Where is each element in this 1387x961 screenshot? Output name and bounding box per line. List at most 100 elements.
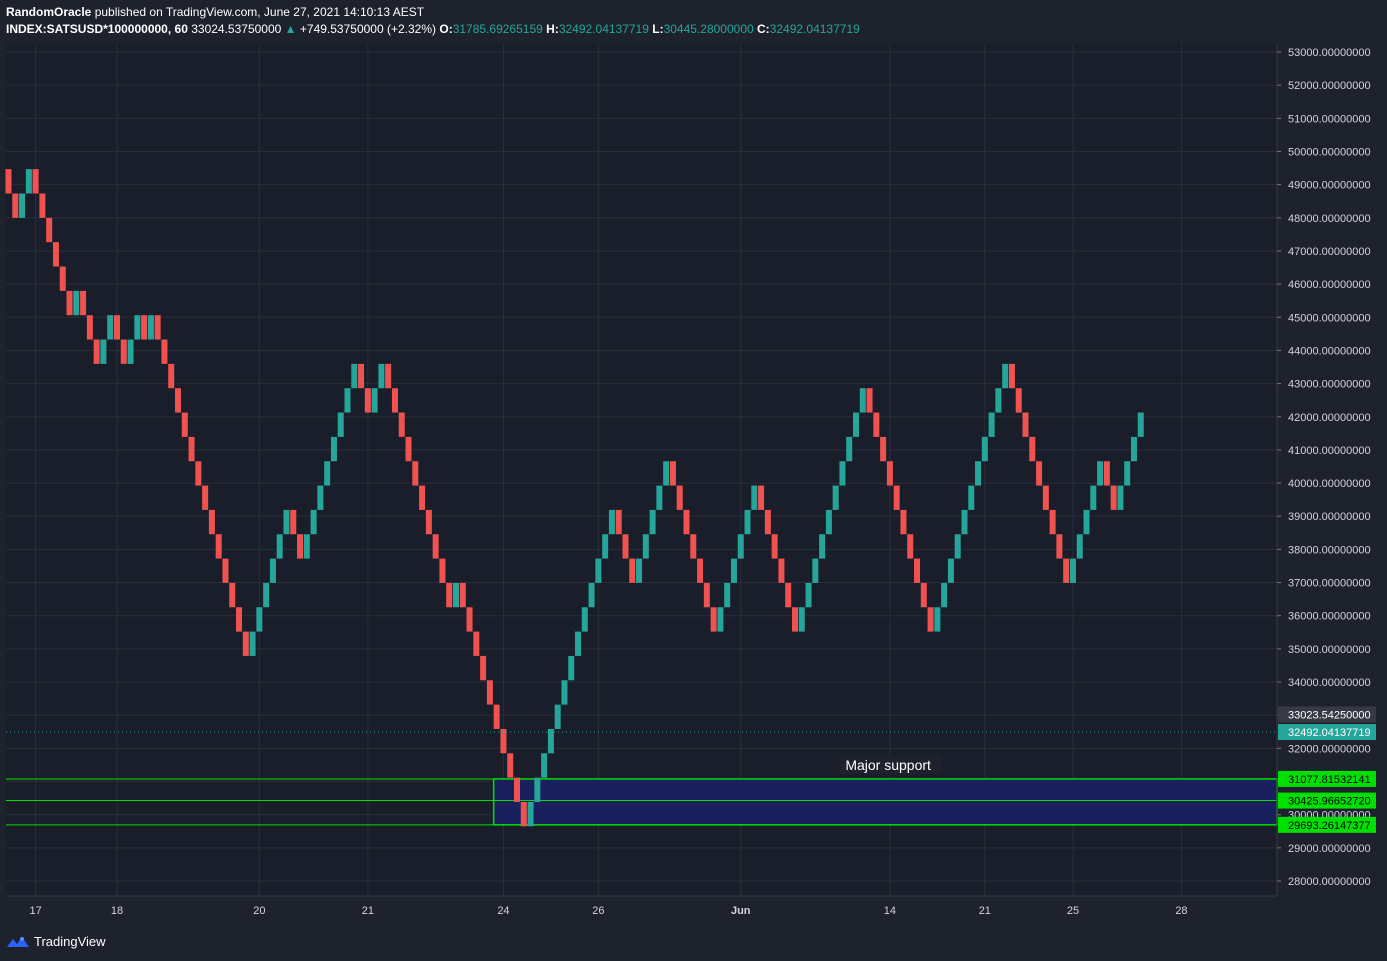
renko-brick-down: [1049, 509, 1056, 535]
renko-brick-up: [249, 631, 256, 656]
renko-brick-down: [493, 704, 500, 729]
renko-brick-up: [730, 558, 737, 583]
x-tick-label: 18: [111, 905, 123, 917]
renko-brick-down: [202, 485, 209, 510]
y-tick-label: 40000.00000000: [1288, 478, 1371, 490]
renko-brick-down: [886, 461, 893, 486]
renko-brick-up: [378, 363, 385, 389]
renko-brick-up: [256, 607, 263, 632]
renko-brick-up: [337, 412, 344, 437]
support-price-label: 30425.96652720: [1288, 796, 1371, 808]
renko-brick-up: [1069, 558, 1076, 583]
y-tick-label: 29000.00000000: [1288, 843, 1371, 855]
brand-name: TradingView: [34, 934, 106, 949]
renko-brick-down: [398, 412, 405, 437]
renko-brick-down: [222, 558, 229, 583]
x-tick-label: 14: [884, 905, 896, 917]
renko-brick-down: [154, 315, 161, 340]
support-price-label: 31077.81532141: [1288, 774, 1371, 786]
renko-brick-up: [954, 534, 961, 559]
renko-brick-up: [127, 339, 134, 364]
renko-brick-down: [364, 388, 371, 413]
renko-brick-up: [724, 582, 731, 608]
renko-brick-down: [1008, 363, 1015, 389]
y-tick-label: 51000.00000000: [1288, 113, 1371, 125]
y-tick-label: 44000.00000000: [1288, 345, 1371, 357]
renko-chart[interactable]: Major support 28000.00000000 29000.000000…: [0, 0, 1387, 928]
renko-brick-down: [703, 582, 710, 608]
renko-brick-down: [1110, 485, 1117, 510]
renko-brick-down: [391, 388, 398, 413]
renko-brick-up: [595, 558, 602, 583]
x-tick-label: 17: [29, 905, 41, 917]
chart-grid: [6, 44, 1387, 896]
renko-brick-down: [113, 315, 120, 340]
renko-brick-down: [290, 509, 297, 535]
renko-brick-down: [514, 777, 520, 802]
renko-brick-down: [880, 436, 887, 462]
renko-brick-up: [263, 582, 270, 608]
renko-brick-up: [642, 534, 649, 559]
y-tick-label: 45000.00000000: [1288, 312, 1371, 324]
renko-brick-down: [32, 169, 39, 194]
renko-brick-down: [419, 485, 426, 510]
renko-brick-down: [1022, 412, 1029, 437]
renko-brick-down: [141, 315, 148, 340]
renko-brick-up: [527, 801, 534, 827]
renko-brick-down: [229, 582, 236, 608]
x-tick-label: 21: [362, 905, 374, 917]
renko-brick-down: [358, 363, 365, 389]
renko-brick-down: [669, 461, 676, 486]
renko-brick-up: [276, 534, 283, 559]
renko-brick-up: [737, 534, 744, 559]
x-tick-label: 25: [1067, 905, 1079, 917]
renko-brick-down: [907, 534, 914, 559]
renko-brick-up: [1124, 461, 1131, 486]
renko-brick-up: [351, 363, 358, 389]
renko-brick-down: [236, 607, 243, 632]
renko-brick-down: [1063, 558, 1070, 583]
renko-brick-down: [873, 412, 880, 437]
renko-brick-up: [812, 558, 819, 583]
renko-brick-down: [900, 509, 907, 535]
renko-brick-down: [520, 801, 527, 827]
y-tick-label: 34000.00000000: [1288, 677, 1371, 689]
renko-brick-up: [832, 485, 839, 510]
renko-brick-up: [147, 315, 154, 340]
renko-brick-up: [649, 509, 656, 535]
last-price-label: 33023.54250000: [1288, 709, 1371, 721]
renko-brick-down: [5, 169, 12, 194]
renko-brick-up: [269, 558, 276, 583]
time-axis[interactable]: 17 18 20 21 24 26 Jun 14 21 25 28: [6, 895, 1277, 917]
x-tick-label: 21: [979, 905, 991, 917]
renko-brick-up: [561, 680, 568, 705]
renko-brick-down: [690, 534, 697, 559]
renko-brick-down: [188, 436, 195, 462]
renko-brick-down: [785, 582, 792, 608]
y-tick-label: 39000.00000000: [1288, 511, 1371, 523]
renko-brick-down: [914, 558, 921, 583]
tradingview-brand[interactable]: TradingView: [6, 934, 106, 949]
renko-brick-up: [744, 509, 751, 535]
renko-brick-up: [100, 339, 107, 364]
y-tick-label: 43000.00000000: [1288, 379, 1371, 391]
renko-brick-down: [120, 339, 127, 364]
renko-brick-down: [893, 485, 900, 510]
axis-background: [1277, 44, 1387, 896]
renko-brick-up: [717, 607, 724, 632]
tradingview-logo-icon: [7, 936, 29, 947]
renko-brick-down: [215, 534, 222, 559]
renko-brick-down: [297, 534, 304, 559]
renko-brick-down: [758, 485, 765, 510]
renko-brick-up: [975, 461, 982, 486]
renko-brick-down: [764, 509, 771, 535]
renko-brick-up: [575, 631, 582, 656]
renko-brick-down: [385, 363, 392, 389]
renko-brick-up: [988, 412, 995, 437]
renko-brick-down: [920, 582, 927, 608]
renko-brick-up: [798, 607, 805, 632]
price-label: 32492.04137719: [1288, 727, 1371, 739]
renko-brick-down: [412, 461, 419, 486]
y-tick-label: 50000.00000000: [1288, 146, 1371, 158]
renko-brick-up: [344, 388, 351, 413]
